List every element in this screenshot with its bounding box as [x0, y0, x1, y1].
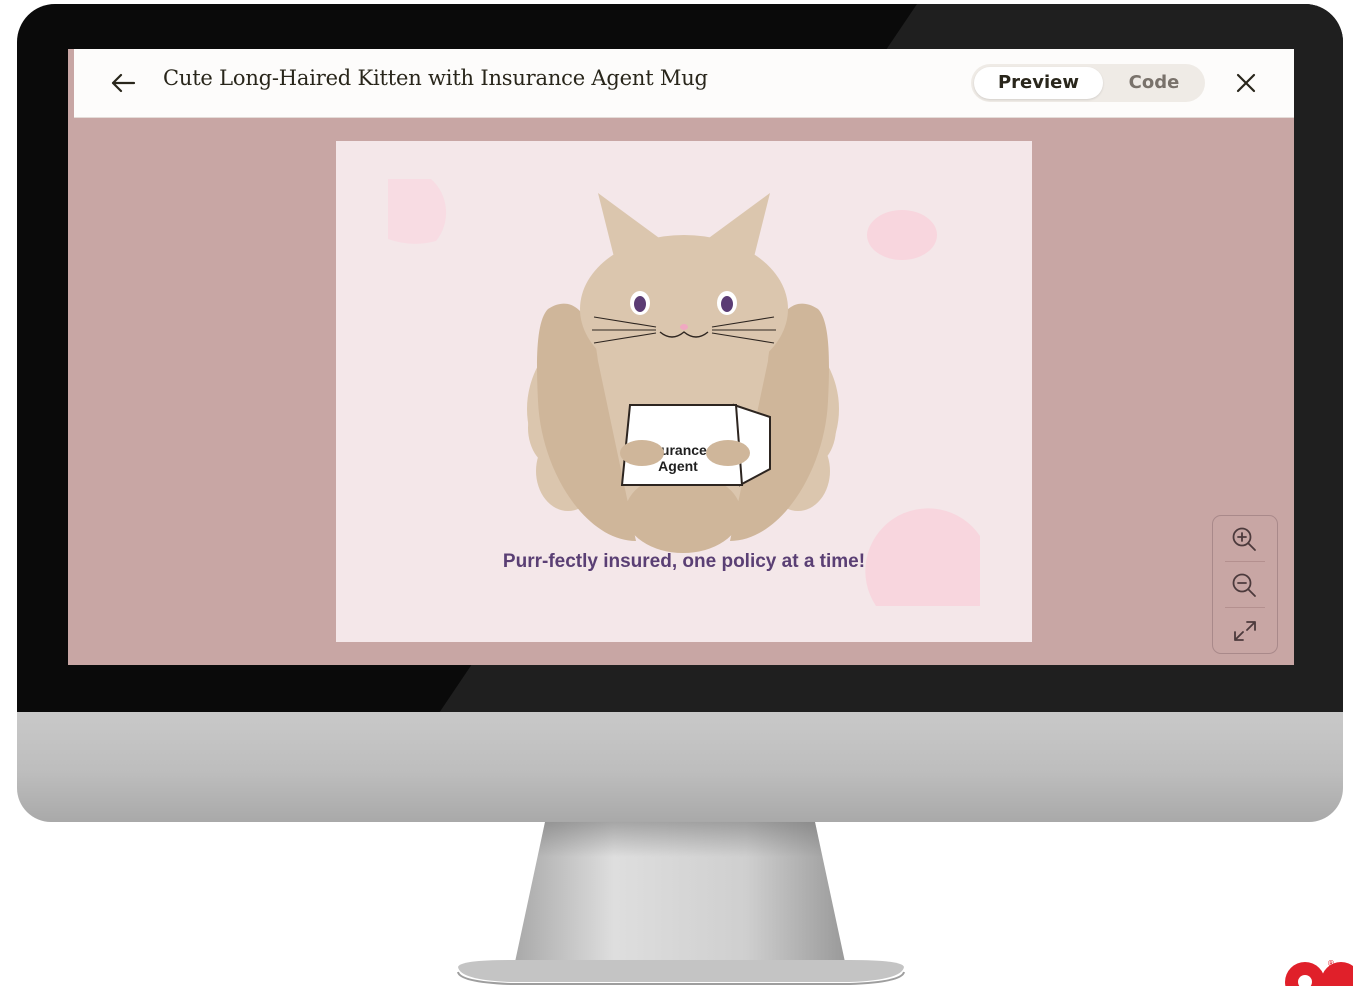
- artwork-canvas: surance Agent Purr-fectly insured, one p…: [336, 141, 1032, 642]
- zoom-in-icon: [1232, 527, 1256, 551]
- view-toggle: Preview Code: [971, 64, 1205, 102]
- preview-header: Cute Long-Haired Kitten with Insurance A…: [74, 49, 1294, 118]
- arrow-left-icon: [111, 73, 136, 93]
- monitor-stand: [457, 822, 905, 985]
- zoom-controls: [1212, 515, 1278, 654]
- fit-screen-button[interactable]: [1213, 608, 1277, 653]
- app-window: Cute Long-Haired Kitten with Insurance A…: [68, 49, 1294, 665]
- brand-logo: ®: [1285, 959, 1353, 986]
- kitten-illustration: surance Agent Purr-fectly insured, one p…: [336, 141, 1032, 642]
- decor-blob: [867, 210, 937, 260]
- expand-icon: [1234, 621, 1256, 641]
- zoom-out-icon: [1232, 573, 1256, 597]
- decor-blob: [388, 179, 447, 244]
- back-button[interactable]: [107, 67, 139, 99]
- code-tab[interactable]: Code: [1106, 67, 1202, 99]
- preview-tab[interactable]: Preview: [974, 67, 1103, 99]
- mug-label-line2: Agent: [658, 458, 698, 474]
- monitor-chin: [17, 712, 1343, 822]
- zoom-in-button[interactable]: [1213, 516, 1277, 561]
- svg-text:®: ®: [1327, 959, 1335, 968]
- close-icon: [1236, 73, 1256, 93]
- page-title: Cute Long-Haired Kitten with Insurance A…: [163, 66, 708, 90]
- zoom-out-button[interactable]: [1213, 562, 1277, 607]
- close-button[interactable]: [1232, 69, 1260, 97]
- artwork-tagline: Purr-fectly insured, one policy at a tim…: [503, 551, 865, 572]
